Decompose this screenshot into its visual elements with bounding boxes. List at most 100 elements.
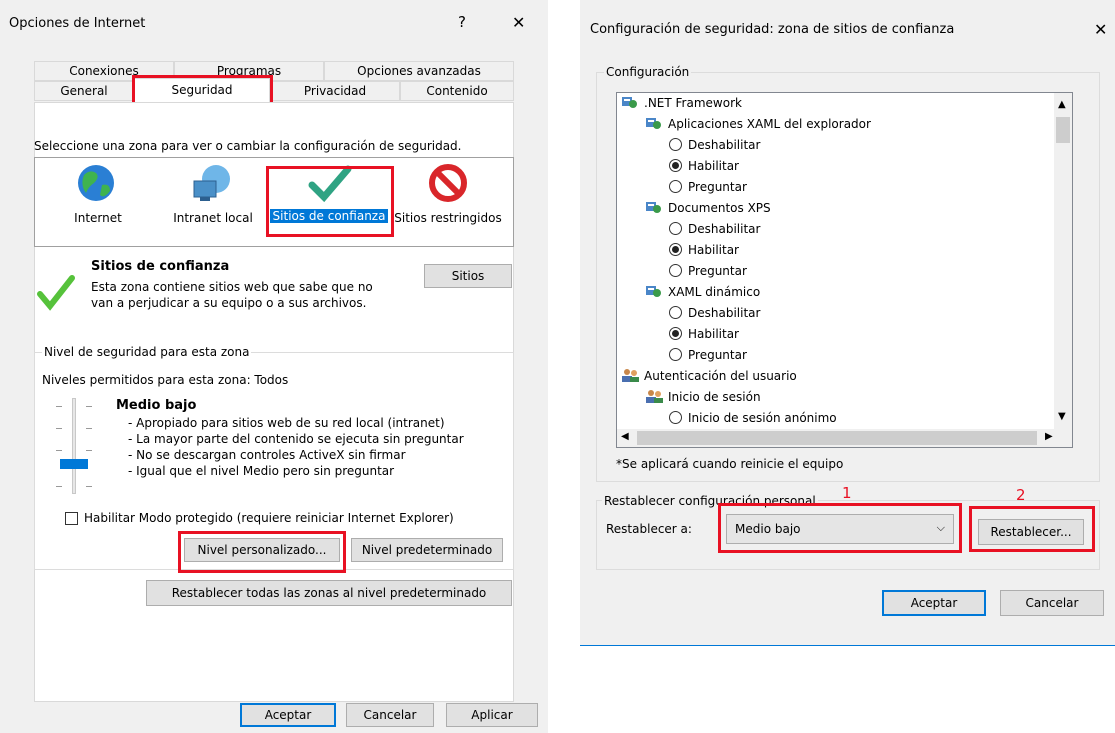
protected-mode-label: Habilitar Modo protegido (requiere reini… (84, 511, 454, 525)
intranet-globe-icon (193, 165, 230, 201)
scroll-left-icon[interactable]: ◀ (621, 431, 629, 442)
users-icon (622, 369, 639, 382)
default-level-button[interactable]: Nivel predeterminado (351, 538, 503, 562)
window-title: Configuración de seguridad: zona de siti… (590, 22, 955, 37)
tree-category[interactable]: XAML dinámico (645, 282, 760, 303)
forbidden-icon (429, 164, 467, 202)
tree-radio-option[interactable]: Deshabilitar (669, 219, 760, 240)
protected-mode-checkbox[interactable] (65, 512, 78, 525)
highlight-reset-select (718, 503, 962, 553)
tree-item-label: Habilitar (688, 243, 739, 257)
help-button[interactable]: ? (458, 13, 466, 31)
settings-gear-icon (646, 202, 661, 213)
tab-privacidad[interactable]: Privacidad (270, 81, 400, 101)
slider-tick (86, 428, 92, 429)
radio-icon[interactable] (669, 180, 682, 193)
scroll-up-icon[interactable]: ▲ (1058, 99, 1066, 110)
radio-icon[interactable] (669, 159, 682, 172)
level-description-line: - No se descargan controles ActiveX sin … (128, 448, 406, 462)
close-button[interactable]: ✕ (512, 13, 525, 32)
radio-icon[interactable] (669, 138, 682, 151)
slider-tick (86, 486, 92, 487)
cancel-button[interactable]: Cancelar (1000, 590, 1104, 616)
tree-category[interactable]: Aplicaciones XAML del explorador (645, 114, 871, 135)
scroll-down-icon[interactable]: ▼ (1058, 411, 1066, 422)
settings-tree: .NET Framework Aplicaciones XAML del expl… (616, 92, 1073, 448)
radio-icon[interactable] (669, 411, 682, 424)
tree-item-label: Inicio de sesión anónimo (688, 411, 837, 425)
tab-opciones-avanzadas[interactable]: Opciones avanzadas (324, 61, 514, 81)
zone-description-line-1: Esta zona contiene sitios web que sabe q… (91, 280, 373, 294)
zone-description-line-2: van a perjudicar a su equipo o a sus arc… (91, 296, 367, 310)
tree-item-label: Deshabilitar (688, 222, 761, 236)
tab-general[interactable]: General (34, 81, 134, 101)
slider-tick (56, 406, 62, 407)
close-button[interactable]: ✕ (1094, 20, 1107, 39)
tree-item-label: Autenticación del usuario (644, 369, 797, 383)
apply-button[interactable]: Aplicar (446, 703, 538, 727)
slider-track (72, 398, 76, 494)
security-level-group-label: Nivel de seguridad para esta zona (42, 345, 252, 359)
tree-radio-option[interactable]: Preguntar (669, 177, 747, 198)
slider-thumb[interactable] (60, 459, 88, 469)
annotation-1: 1 (842, 484, 852, 502)
tree-radio-option[interactable]: Habilitar (669, 324, 739, 345)
slider-tick (56, 428, 62, 429)
tree-item-label: .NET Framework (644, 96, 742, 110)
tree-item-label: Preguntar (688, 348, 747, 362)
globe-icon (78, 165, 114, 201)
zone-intranet-local[interactable]: Intranet local (160, 163, 260, 233)
tab-contenido[interactable]: Contenido (400, 81, 514, 101)
radio-icon[interactable] (669, 243, 682, 256)
tree-item-label: Deshabilitar (688, 306, 761, 320)
zone-label-restringidos: Sitios restringidos (394, 211, 502, 225)
zone-prompt: Seleccione una zona para ver o cambiar l… (34, 139, 462, 153)
level-description-line: - La mayor parte del contenido se ejecut… (128, 432, 464, 446)
reset-to-label: Restablecer a: (606, 522, 692, 536)
window-title: Opciones de Internet (9, 16, 146, 31)
scroll-right-icon[interactable]: ▶ (1045, 431, 1053, 442)
scroll-thumb[interactable] (637, 431, 1037, 445)
users-icon (646, 390, 663, 403)
tree-radio-option[interactable]: Inicio de sesión anónimo (669, 408, 837, 429)
tree-radio-option[interactable]: Habilitar (669, 156, 739, 177)
tree-item-label: Deshabilitar (688, 138, 761, 152)
radio-icon[interactable] (669, 306, 682, 319)
tree-category[interactable]: Documentos XPS (645, 198, 771, 219)
ok-button[interactable]: Aceptar (882, 590, 986, 616)
tree-item-label: Documentos XPS (668, 201, 771, 215)
tree-radio-option[interactable]: Preguntar (669, 345, 747, 366)
radio-icon[interactable] (669, 222, 682, 235)
check-icon (37, 275, 75, 311)
cancel-button[interactable]: Cancelar (346, 703, 434, 727)
reset-all-zones-button[interactable]: Restablecer todas las zonas al nivel pre… (146, 580, 512, 606)
slider-tick (56, 450, 62, 451)
tree-category[interactable]: .NET Framework (621, 93, 742, 114)
settings-gear-icon (622, 97, 637, 108)
zone-sitios-restringidos[interactable]: Sitios restringidos (392, 163, 507, 233)
horizontal-scrollbar[interactable]: ◀ ▶ (617, 429, 1072, 447)
tree-item-label: Inicio de sesión (668, 390, 761, 404)
radio-icon[interactable] (669, 264, 682, 277)
tree-radio-option[interactable]: Preguntar (669, 261, 747, 282)
sites-button[interactable]: Sitios (424, 264, 512, 288)
slider-tick (86, 450, 92, 451)
tree-category[interactable]: Inicio de sesión (645, 387, 761, 408)
level-description-line: - Igual que el nivel Medio pero sin preg… (128, 464, 395, 478)
scroll-thumb[interactable] (1056, 117, 1070, 143)
ok-button[interactable]: Aceptar (240, 703, 336, 727)
tree-radio-option[interactable]: Deshabilitar (669, 303, 760, 324)
tree-category[interactable]: Autenticación del usuario (621, 366, 797, 387)
zone-internet[interactable]: Internet (58, 163, 138, 233)
security-level-slider[interactable] (50, 398, 100, 494)
tree-radio-option[interactable]: Deshabilitar (669, 135, 760, 156)
radio-icon[interactable] (669, 327, 682, 340)
tree-item-label: XAML dinámico (668, 285, 761, 299)
radio-icon[interactable] (669, 348, 682, 361)
vertical-scrollbar[interactable]: ▲ ▼ (1054, 93, 1072, 431)
tree-item-label: Preguntar (688, 264, 747, 278)
tree-item-label: Aplicaciones XAML del explorador (668, 117, 871, 131)
tree-radio-option[interactable]: Habilitar (669, 240, 739, 261)
zone-title: Sitios de confianza (91, 259, 230, 274)
internet-options-window: Opciones de Internet ? ✕ Conexiones Prog… (0, 0, 548, 733)
